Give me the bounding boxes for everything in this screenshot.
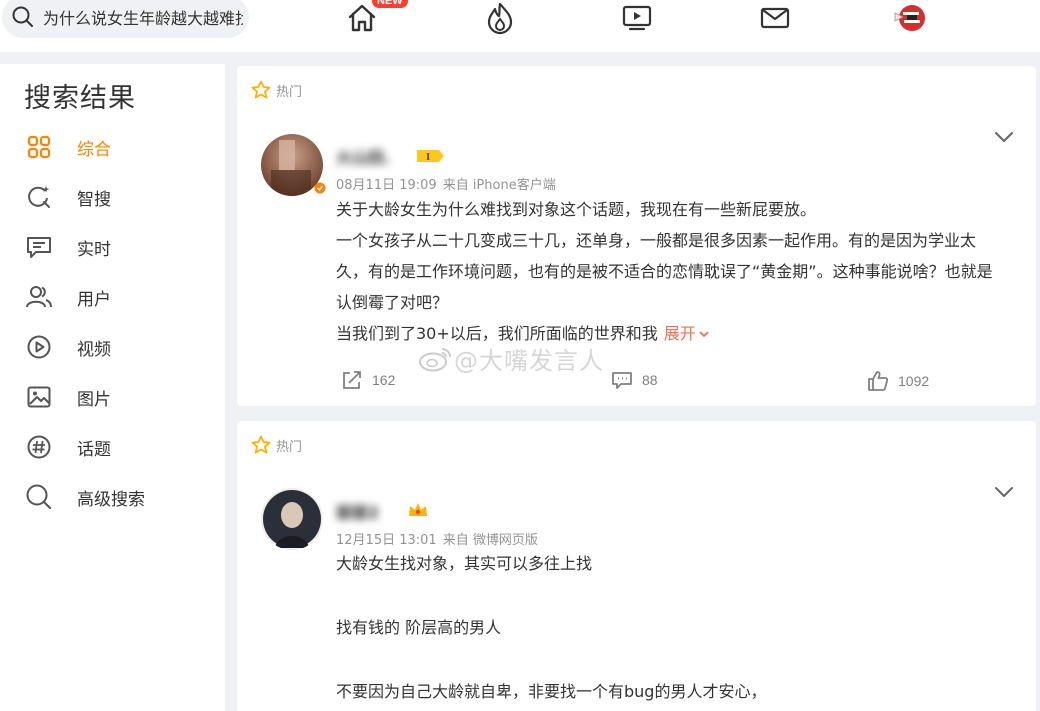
sidebar-item-video[interactable]: 视频 (26, 332, 111, 362)
post-paragraph: 关于大龄女生为什么难找到对象这个话题，我现在有一些新屁要放。 (336, 200, 817, 219)
search-sidebar: 搜索结果 综合 智搜 实时 用户 视频 图片 话题 高级搜索 (0, 64, 225, 711)
avatar[interactable] (261, 488, 323, 550)
hot-label: 热门 (276, 84, 303, 100)
smart-search-icon (26, 184, 52, 210)
post-meta: 08月11日 19:09 来自 iPhone客户端 (336, 174, 556, 193)
new-badge: NEW (372, 0, 408, 8)
grid-icon (26, 134, 52, 160)
star-icon (251, 435, 271, 454)
sidebar-item-all[interactable]: 综合 (26, 132, 111, 162)
play-icon (26, 334, 52, 360)
expand-link[interactable]: 展开 (664, 324, 710, 343)
post-card: 热门 火山田. I 08月11日 19:09 来自 iPhone客户端 关于大龄女… (237, 66, 1036, 406)
search-box[interactable]: 为什么说女生年龄越大越难找对象 (2, 0, 249, 38)
hot-nav-button[interactable] (484, 0, 516, 36)
chevron-down-icon[interactable] (994, 485, 1014, 499)
users-icon (26, 284, 52, 310)
top-nav-bar: 为什么说女生年龄越大越难找对象 NEW (0, 0, 1040, 52)
sidebar-item-label: 高级搜索 (77, 489, 145, 510)
sidebar-item-realtime[interactable]: 实时 (26, 232, 111, 262)
svg-text:I: I (426, 151, 430, 163)
hot-icon (487, 2, 513, 35)
sidebar-item-label: 综合 (77, 139, 111, 160)
post-paragraph: 当我们到了30+以后，我们所面临的世界和我 展开 (336, 318, 1006, 349)
image-icon (26, 384, 52, 410)
mail-nav-button[interactable] (759, 0, 791, 36)
comment-count: 88 (642, 372, 658, 388)
post-actions: 162 88 1092 (341, 370, 941, 392)
crown-badge-icon (409, 503, 427, 516)
post-source: 来自 微博网页版 (442, 533, 538, 548)
hot-tag: 热门 (251, 80, 302, 100)
post-paragraph: 找有钱的 阶层高的男人 (336, 618, 502, 637)
sidebar-item-advanced-search[interactable]: 高级搜索 (26, 482, 145, 512)
sidebar-item-users[interactable]: 用户 (26, 282, 111, 312)
verified-badge-icon (314, 182, 326, 194)
sidebar-item-label: 用户 (77, 289, 111, 310)
home-icon (348, 4, 376, 32)
search-icon (12, 6, 33, 27)
post-content: 关于大龄女生为什么难找到对象这个话题，我现在有一些新屁要放。 一个女孩子从二十几… (336, 194, 1006, 349)
post-content: 大龄女生找对象，其实可以多往上找 找有钱的 阶层高的男人 不要因为自己大龄就自卑… (336, 548, 1006, 707)
chevron-down-icon[interactable] (994, 130, 1014, 144)
avatar-icon (894, 5, 925, 31)
chevron-down-icon (699, 331, 709, 338)
username[interactable]: 丽丽2 (336, 499, 379, 523)
member-level-badge-icon: I (417, 150, 444, 163)
weibo-logo-icon (419, 347, 451, 371)
repost-icon (343, 371, 361, 389)
profile-avatar-button[interactable] (893, 0, 927, 36)
video-nav-button[interactable] (621, 0, 653, 36)
sidebar-item-label: 实时 (77, 239, 111, 260)
sidebar-item-images[interactable]: 图片 (26, 382, 111, 412)
sidebar-item-label: 图片 (77, 389, 111, 410)
mail-icon (760, 7, 790, 29)
comment-button[interactable]: 88 (611, 370, 658, 390)
video-icon (622, 5, 652, 31)
realtime-icon (26, 234, 52, 260)
comment-icon (612, 372, 632, 389)
hashtag-icon (26, 434, 52, 460)
hot-tag: 热门 (251, 435, 302, 455)
sidebar-item-label: 视频 (77, 339, 111, 360)
username[interactable]: 火山田. (336, 144, 390, 168)
sidebar-item-smart-search[interactable]: 智搜 (26, 182, 111, 212)
search-icon (26, 484, 52, 510)
sidebar-title: 搜索结果 (24, 83, 136, 114)
hot-label: 热门 (276, 439, 303, 455)
post-paragraph: 一个女孩子从二十几变成三十几，还单身，一般都是很多因素一起作用。有的是因为学业太… (336, 231, 993, 312)
repost-button[interactable]: 162 (341, 370, 395, 390)
post-paragraph: 不要因为自己大龄就自卑，非要找一个有bug的男人才安心， (336, 682, 767, 701)
star-icon (251, 80, 271, 99)
post-card: 热门 丽丽2 12月15日 13:01 来自 微博网页版 大龄女生找对象，其实可以… (237, 421, 1036, 711)
thumbs-up-icon (868, 371, 889, 391)
sidebar-item-label: 智搜 (77, 189, 111, 210)
sidebar-item-topics[interactable]: 话题 (26, 432, 111, 462)
sidebar-item-label: 话题 (77, 439, 111, 460)
post-meta: 12月15日 13:01 来自 微博网页版 (336, 529, 538, 548)
search-input[interactable]: 为什么说女生年龄越大越难找对象 (43, 5, 243, 29)
post-time[interactable]: 12月15日 13:01 (336, 533, 437, 548)
like-button[interactable]: 1092 (867, 370, 929, 392)
post-paragraph: 大龄女生找对象，其实可以多往上找 (336, 554, 593, 573)
post-time[interactable]: 08月11日 19:09 (336, 178, 437, 193)
post-source: 来自 iPhone客户端 (442, 178, 556, 193)
repost-count: 162 (372, 372, 396, 388)
like-count: 1092 (898, 373, 930, 389)
